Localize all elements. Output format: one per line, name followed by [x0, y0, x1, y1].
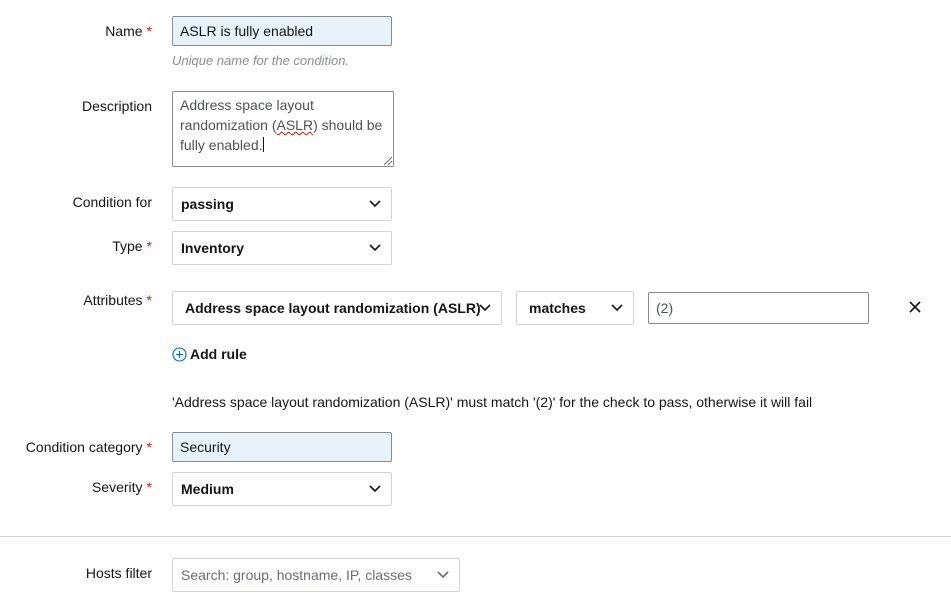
- condition-category-input[interactable]: Security: [172, 432, 392, 462]
- description-line-3: fully enabled.: [180, 137, 264, 153]
- condition-for-label: Condition for: [72, 194, 152, 210]
- plus-circle-icon: [172, 346, 187, 362]
- text-caret: [262, 137, 264, 152]
- name-input-value: ASLR is fully enabled: [180, 23, 314, 39]
- chevron-down-icon: [437, 571, 449, 579]
- attribute-select[interactable]: Address space layout randomization (ASLR…: [172, 291, 502, 325]
- add-rule-button[interactable]: Add rule: [172, 346, 247, 362]
- severity-value: Medium: [181, 481, 234, 497]
- condition-for-select[interactable]: passing: [172, 187, 392, 221]
- condition-category-label: Condition category *: [25, 439, 152, 455]
- name-input[interactable]: ASLR is fully enabled: [172, 16, 392, 46]
- type-value: Inventory: [181, 240, 245, 256]
- attribute-value: Address space layout randomization (ASLR…: [185, 300, 481, 316]
- chevron-down-icon: [369, 200, 381, 208]
- description-line-1: Address space layout: [180, 97, 314, 113]
- section-divider: [0, 536, 951, 537]
- description-line-2: randomization (ASLR) should be: [180, 117, 383, 133]
- condition-category-value: Security: [180, 439, 231, 455]
- attributes-label: Attributes *: [83, 292, 152, 308]
- close-icon[interactable]: [907, 299, 923, 315]
- condition-for-value: passing: [181, 196, 234, 212]
- operator-value: matches: [529, 300, 586, 316]
- rule-summary-text: 'Address space layout randomization (ASL…: [172, 394, 813, 410]
- severity-label: Severity *: [91, 479, 152, 495]
- type-select[interactable]: Inventory: [172, 231, 392, 265]
- hosts-filter-label: Hosts filter: [85, 565, 152, 581]
- description-label: Description: [81, 98, 152, 114]
- hosts-filter-placeholder: Search: group, hostname, IP, classes: [181, 567, 412, 583]
- severity-select[interactable]: Medium: [172, 472, 392, 506]
- hosts-filter-select[interactable]: Search: group, hostname, IP, classes: [172, 558, 460, 592]
- attribute-value-text: (2): [656, 300, 674, 316]
- add-rule-label: Add rule: [190, 346, 247, 362]
- chevron-down-icon: [369, 485, 381, 493]
- name-helper-text: Unique name for the condition.: [172, 53, 350, 68]
- name-label: Name *: [105, 23, 152, 39]
- description-textarea[interactable]: Address space layout randomization (ASLR…: [172, 91, 394, 167]
- attribute-value-input[interactable]: (2): [648, 292, 869, 324]
- chevron-down-icon: [611, 304, 623, 312]
- chevron-down-icon: [479, 304, 491, 312]
- operator-select[interactable]: matches: [516, 291, 634, 325]
- chevron-down-icon: [369, 244, 381, 252]
- resize-handle-icon[interactable]: [384, 157, 392, 165]
- spellcheck-word: ASLR: [276, 117, 314, 133]
- type-label: Type *: [112, 238, 152, 254]
